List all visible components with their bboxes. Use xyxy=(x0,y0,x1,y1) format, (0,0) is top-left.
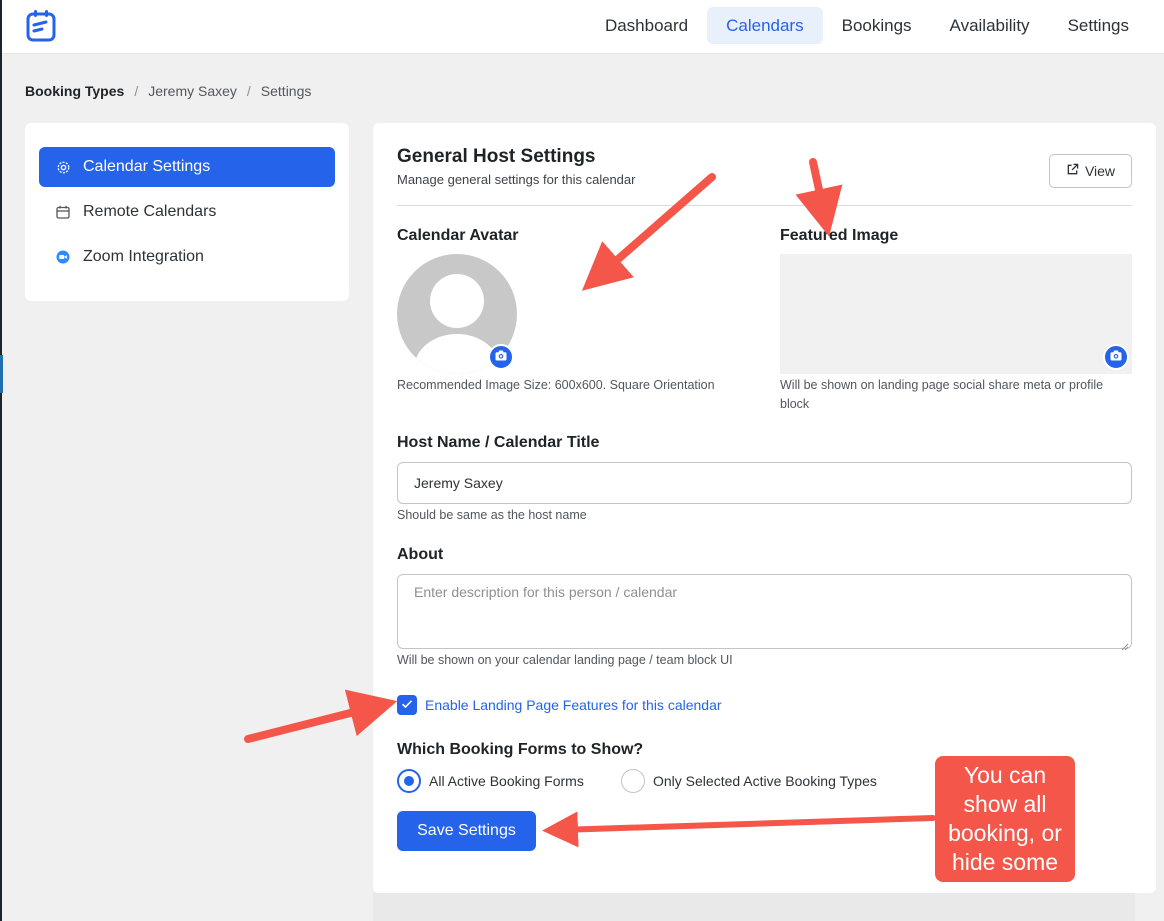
annotation-arrow-landing-checkbox xyxy=(244,689,398,743)
zoom-icon xyxy=(55,249,71,265)
window-edge xyxy=(0,0,2,921)
panel-footer-shadow xyxy=(373,893,1135,921)
sidebar-item-label: Zoom Integration xyxy=(83,248,204,265)
calendar-avatar-label: Calendar Avatar xyxy=(397,227,519,244)
about-placeholder: Enter description for this person / cale… xyxy=(414,584,678,600)
sidebar-item-zoom-integration[interactable]: Zoom Integration xyxy=(39,237,335,277)
callout-line: booking, or xyxy=(948,820,1062,846)
calendar-icon xyxy=(55,204,71,220)
breadcrumb-separator: / xyxy=(134,83,139,99)
sidebar-item-label: Remote Calendars xyxy=(83,203,217,220)
main-nav: Dashboard Calendars Bookings Availabilit… xyxy=(586,7,1148,44)
nav-calendars[interactable]: Calendars xyxy=(707,7,823,44)
landing-page-checkbox-label[interactable]: Enable Landing Page Features for this ca… xyxy=(425,697,722,713)
nav-dashboard[interactable]: Dashboard xyxy=(586,7,707,44)
view-button-label: View xyxy=(1084,163,1116,179)
callout-line: show all xyxy=(963,791,1047,817)
callout-line: You can xyxy=(963,762,1047,788)
featured-image-placeholder xyxy=(780,254,1132,374)
about-textarea[interactable]: Enter description for this person / cale… xyxy=(397,574,1132,651)
checkmark-icon xyxy=(401,696,413,714)
nav-availability[interactable]: Availability xyxy=(931,7,1049,44)
featured-image-help-text: Will be shown on landing page social sha… xyxy=(780,378,1104,411)
avatar-upload-button[interactable] xyxy=(488,344,514,370)
breadcrumb-separator: / xyxy=(246,83,251,99)
save-settings-button[interactable]: Save Settings xyxy=(397,811,536,851)
nav-bookings[interactable]: Bookings xyxy=(823,7,931,44)
breadcrumb-booking-types[interactable]: Booking Types xyxy=(25,83,124,99)
avatar-placeholder-head xyxy=(430,274,484,328)
host-name-help-text: Should be same as the host name xyxy=(397,508,587,522)
featured-image-upload-button[interactable] xyxy=(1103,344,1129,370)
nav-settings[interactable]: Settings xyxy=(1049,7,1148,44)
host-name-input[interactable]: Jeremy Saxey xyxy=(397,462,1132,504)
landing-page-checkbox[interactable] xyxy=(397,695,417,715)
camera-icon xyxy=(495,348,507,366)
settings-sidebar: Calendar Settings Remote Calendars Zoom … xyxy=(25,123,349,301)
breadcrumb-host[interactable]: Jeremy Saxey xyxy=(148,83,237,99)
sidebar-item-label: Calendar Settings xyxy=(83,158,211,175)
gear-icon xyxy=(55,159,71,175)
top-bar: Dashboard Calendars Bookings Availabilit… xyxy=(2,0,1164,54)
annotation-callout: You can show all booking, or hide some xyxy=(935,756,1075,882)
avatar-help-text: Recommended Image Size: 600x600. Square … xyxy=(397,378,715,392)
resize-grip-icon[interactable] xyxy=(1121,638,1129,651)
header-divider xyxy=(397,205,1132,206)
radio-only-selected-booking-types[interactable] xyxy=(621,769,645,793)
radio-only-selected-booking-types-label[interactable]: Only Selected Active Booking Types xyxy=(653,773,877,789)
radio-all-active-booking-forms-label[interactable]: All Active Booking Forms xyxy=(429,773,584,789)
window-edge-marker xyxy=(0,355,3,393)
radio-all-active-booking-forms[interactable] xyxy=(397,769,421,793)
camera-icon xyxy=(1110,348,1122,366)
view-button[interactable]: View xyxy=(1049,154,1132,188)
booking-forms-label: Which Booking Forms to Show? xyxy=(397,741,644,758)
callout-line: hide some xyxy=(951,849,1059,875)
breadcrumb: Booking Types / Jeremy Saxey / Settings xyxy=(25,83,311,99)
app-logo-icon[interactable] xyxy=(26,9,58,43)
about-label: About xyxy=(397,546,444,563)
featured-image-label: Featured Image xyxy=(780,227,899,244)
avatar-placeholder-body xyxy=(414,334,500,374)
about-help-text: Will be shown on your calendar landing p… xyxy=(397,653,733,667)
sidebar-item-calendar-settings[interactable]: Calendar Settings xyxy=(39,147,335,187)
breadcrumb-current: Settings xyxy=(260,83,312,99)
external-link-icon xyxy=(1066,163,1079,179)
host-name-label: Host Name / Calendar Title xyxy=(397,434,600,451)
page-title: General Host Settings xyxy=(397,146,596,167)
sidebar-item-remote-calendars[interactable]: Remote Calendars xyxy=(39,192,335,232)
page-subtitle: Manage general settings for this calenda… xyxy=(397,172,636,187)
